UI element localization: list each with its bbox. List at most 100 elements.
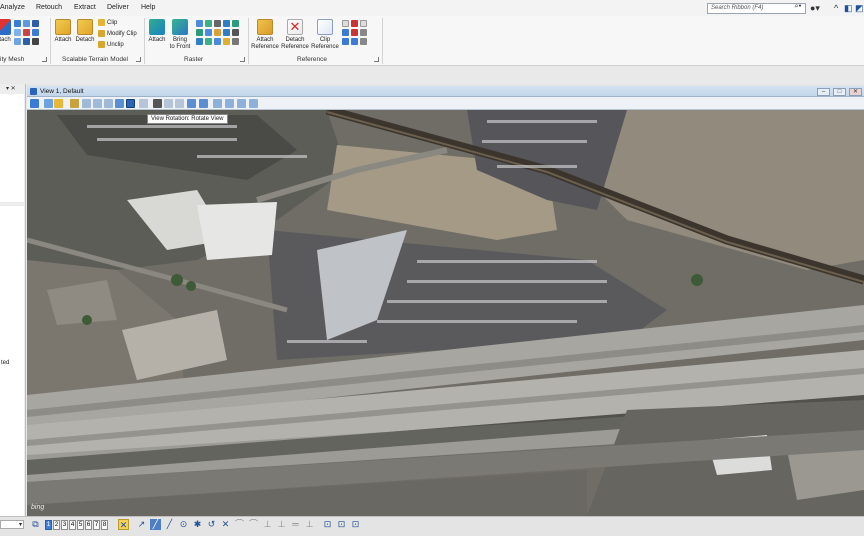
circle-snap-icon[interactable]: ⊙ — [178, 519, 189, 530]
reference-tool-icon[interactable] — [351, 20, 358, 27]
walk-icon[interactable] — [153, 99, 162, 108]
reference-tool-icon[interactable] — [351, 38, 358, 45]
minimize-button[interactable]: – — [817, 88, 830, 96]
stm-unclip-button[interactable]: Unclip — [98, 41, 124, 48]
maximize-button[interactable]: □ — [833, 88, 846, 96]
reference-tool-icon[interactable] — [342, 20, 349, 27]
tab-help[interactable]: Help — [141, 4, 155, 11]
mesh-tool-icon[interactable] — [32, 38, 39, 45]
dialog-launcher-icon[interactable] — [374, 57, 379, 62]
mesh-tool-icon[interactable] — [32, 29, 39, 36]
mesh-tool-icon[interactable] — [14, 20, 21, 27]
rotate-view-icon[interactable] — [126, 99, 135, 108]
mesh-tool-icon[interactable] — [23, 38, 30, 45]
bisector-snap-icon[interactable]: ═ — [290, 519, 301, 530]
update-view-icon[interactable] — [70, 99, 79, 108]
aerial-map-canvas[interactable]: bing — [27, 110, 864, 516]
raster-tool-icon[interactable] — [214, 38, 221, 45]
status-dropdown[interactable]: ▾ — [0, 520, 24, 529]
search-icon[interactable]: ⌕▾ — [791, 3, 805, 14]
attach-reference-button[interactable]: Attach Reference — [250, 19, 280, 50]
dialog-launcher-icon[interactable] — [42, 57, 47, 62]
stm-attach-button[interactable]: Attach — [52, 19, 74, 44]
reference-tool-icon[interactable] — [360, 29, 367, 36]
camera-icon[interactable] — [213, 99, 222, 108]
keypoint-snap-icon[interactable]: ⌒ — [248, 519, 259, 530]
view-button-8[interactable]: 8 — [101, 520, 108, 530]
raster-attach-button[interactable]: Attach — [146, 19, 168, 44]
view-groups-icon[interactable]: ⧉ — [30, 519, 41, 530]
help-icon[interactable]: ◧ — [844, 3, 853, 13]
stm-clip-button[interactable]: Clip — [98, 19, 117, 26]
user-icon[interactable]: ●▾ — [810, 3, 820, 13]
raster-tool-icon[interactable] — [196, 20, 203, 27]
raster-tool-icon[interactable] — [232, 20, 239, 27]
raster-tool-icon[interactable] — [196, 29, 203, 36]
view-button-6[interactable]: 6 — [85, 520, 92, 530]
nearest-snap-icon[interactable]: ⌒ — [234, 519, 245, 530]
tangent-snap-icon[interactable]: ↺ — [206, 519, 217, 530]
line-tool-icon[interactable]: ╱ — [150, 519, 161, 530]
origin-snap-icon[interactable]: ⊥ — [276, 519, 287, 530]
accudraw-icon[interactable]: ↗ — [136, 519, 147, 530]
raster-tool-icon[interactable] — [223, 29, 230, 36]
arc-tool-icon[interactable]: ╱ — [164, 519, 175, 530]
intersection-snap-icon[interactable]: ✕ — [220, 519, 231, 530]
close-button[interactable]: ✕ — [849, 88, 862, 96]
raster-tool-icon[interactable] — [223, 38, 230, 45]
reference-tool-icon[interactable] — [351, 29, 358, 36]
view-title-bar[interactable]: View 1, Default – □ ✕ — [27, 86, 864, 97]
raster-tool-icon[interactable] — [232, 29, 239, 36]
panel-pin-icon[interactable]: ▾ ✕ — [6, 85, 16, 92]
lighting-icon[interactable] — [54, 99, 63, 108]
stm-detach-button[interactable]: Detach — [74, 19, 96, 44]
dialog-launcher-icon[interactable] — [136, 57, 141, 62]
settings-icon[interactable]: ◩ — [855, 3, 864, 13]
zoom-snap-icon[interactable]: ⊡ — [350, 519, 361, 530]
center-snap-icon[interactable]: ✱ — [192, 519, 203, 530]
reality-mesh-attach-button[interactable]: tach — [0, 19, 12, 44]
reference-tool-icon[interactable] — [342, 38, 349, 45]
tab-retouch[interactable]: Retouch — [36, 4, 62, 11]
next-view-icon[interactable] — [175, 99, 184, 108]
raster-tool-icon[interactable] — [205, 20, 212, 27]
window-area-icon[interactable] — [104, 99, 113, 108]
clip-volume-icon[interactable] — [199, 99, 208, 108]
midpoint-snap-icon[interactable]: ⊥ — [262, 519, 273, 530]
perpendicular-snap-icon[interactable]: ⊥ — [304, 519, 315, 530]
view-window[interactable]: View 1, Default – □ ✕ bing View Rotation… — [27, 86, 864, 516]
view-button-2[interactable]: 2 — [53, 520, 60, 530]
snap-toggle-icon[interactable]: ✕ — [118, 519, 129, 530]
dialog-launcher-icon[interactable] — [240, 57, 245, 62]
tab-analyze[interactable]: Analyze — [0, 4, 25, 11]
reference-tool-icon[interactable] — [342, 29, 349, 36]
clip-reference-button[interactable]: Clip Reference — [310, 19, 340, 50]
previous-view-icon[interactable] — [164, 99, 173, 108]
tab-deliver[interactable]: Deliver — [107, 4, 129, 11]
mesh-tool-icon[interactable] — [14, 38, 21, 45]
raster-tool-icon[interactable] — [223, 20, 230, 27]
raster-tool-icon[interactable] — [232, 38, 239, 45]
reference-tool-icon[interactable] — [360, 38, 367, 45]
bring-to-front-button[interactable]: Bring to Front — [168, 19, 192, 50]
raster-tool-icon[interactable] — [214, 20, 221, 27]
view-more-icon[interactable] — [249, 99, 258, 108]
stm-modify-clip-button[interactable]: Modify Clip — [98, 30, 137, 37]
view-toggle-icon[interactable] — [187, 99, 196, 108]
zoom-out-icon[interactable] — [93, 99, 102, 108]
raster-tool-icon[interactable] — [205, 38, 212, 45]
raster-tool-icon[interactable] — [214, 29, 221, 36]
raster-tool-icon[interactable] — [205, 29, 212, 36]
saved-views-icon[interactable] — [237, 99, 246, 108]
reference-tool-icon[interactable] — [360, 20, 367, 27]
view-button-4[interactable]: 4 — [69, 520, 76, 530]
view-button-3[interactable]: 3 — [61, 520, 68, 530]
detach-reference-button[interactable]: ✕ Detach Reference — [280, 19, 310, 50]
mesh-tool-icon[interactable] — [23, 29, 30, 36]
fit-snap-icon[interactable]: ⊡ — [322, 519, 333, 530]
tab-extract[interactable]: Extract — [74, 4, 96, 11]
raster-tool-icon[interactable] — [196, 38, 203, 45]
mesh-tool-icon[interactable] — [14, 29, 21, 36]
mesh-tool-icon[interactable] — [23, 20, 30, 27]
view-attributes-icon[interactable] — [30, 99, 39, 108]
